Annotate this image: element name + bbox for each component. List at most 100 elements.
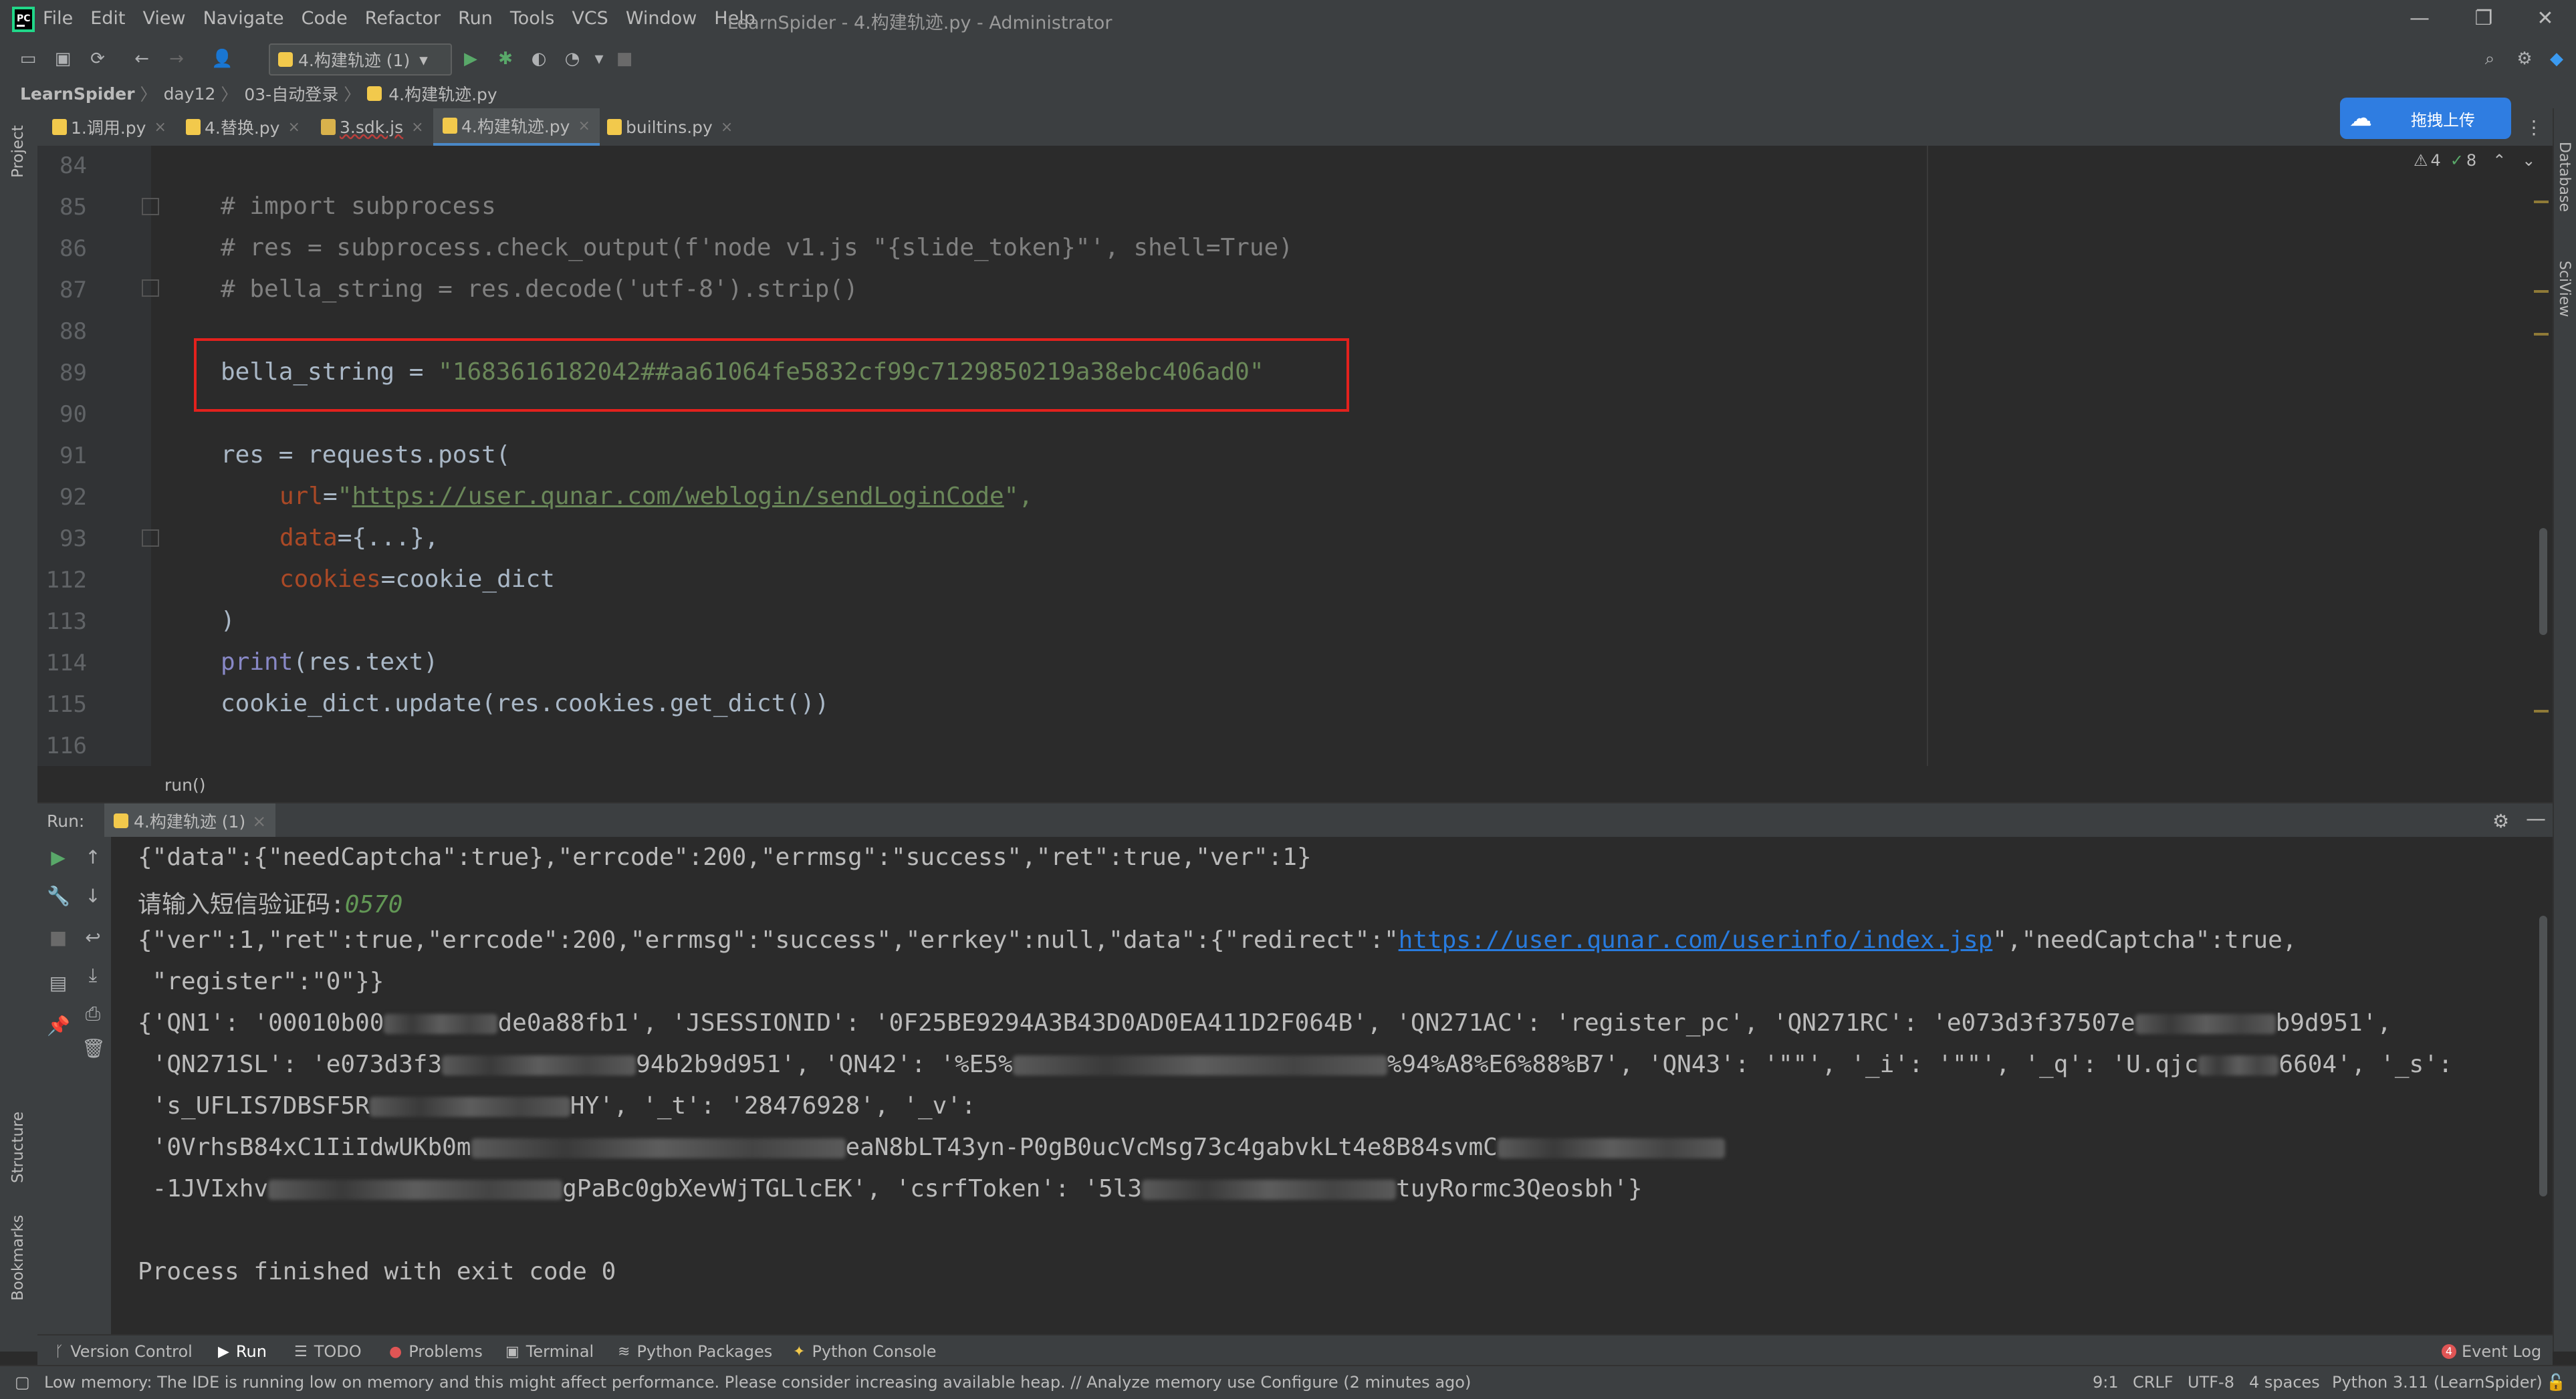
profile-icon[interactable]: ◔ (562, 48, 583, 70)
tool-tab-python-packages[interactable]: ≋ Python Packages (618, 1342, 772, 1361)
menu-run[interactable]: Run (458, 8, 493, 29)
search-icon[interactable]: ⌕ (2479, 48, 2500, 70)
menu-refactor[interactable]: Refactor (365, 8, 441, 29)
run-tab[interactable]: 4.构建轨迹 (1) × (104, 803, 276, 840)
close-icon[interactable]: × (252, 811, 266, 831)
python-interpreter[interactable]: Python 3.11 (LearnSpider) (2332, 1373, 2543, 1392)
code-url-link[interactable]: https://user.qunar.com/weblogin/sendLogi… (352, 483, 1004, 510)
print-icon[interactable]: ⎙ (82, 1003, 104, 1025)
inspection-widget[interactable]: ⚠ 4 ✓ 8 ⌃ ⌄ (2414, 151, 2535, 170)
database-tool-button[interactable]: Database (2556, 142, 2573, 212)
project-tool-button[interactable]: Project (9, 125, 27, 178)
menu-tools[interactable]: Tools (510, 8, 555, 29)
memory-indicator-icon[interactable]: ▢ (15, 1373, 30, 1392)
scroll-down-icon[interactable]: ↓ (82, 885, 104, 908)
coverage-icon[interactable]: ◐ (528, 48, 550, 70)
gear-icon[interactable]: ⚙ (2514, 48, 2535, 70)
warning-stripe-marker[interactable] (2534, 290, 2549, 293)
tab-builtins[interactable]: builtins.py × (607, 108, 733, 146)
menu-file[interactable]: File (43, 8, 73, 29)
chevron-down-icon[interactable]: ⌄ (2522, 151, 2535, 170)
close-icon[interactable]: × (578, 118, 590, 134)
tab-4-goujian-guiji[interactable]: 4.构建轨迹.py × (433, 108, 600, 146)
pin-icon[interactable]: 📌 (47, 1015, 70, 1037)
run-icon[interactable]: ▶ (460, 48, 481, 70)
output-token: b9d951', (2275, 1009, 2392, 1037)
breadcrumb-folder-login[interactable]: 03-自动登录 (244, 82, 338, 106)
user-icon[interactable]: 👤 (211, 48, 233, 70)
tab-4-tihuan[interactable]: 4.替换.py × (186, 108, 300, 146)
tool-tab-run[interactable]: ▶ Run (218, 1342, 267, 1361)
rerun-icon[interactable]: ▶ (47, 846, 70, 869)
forward-icon[interactable]: → (166, 48, 187, 70)
tool-tab-todo[interactable]: ☰ TODO (294, 1342, 362, 1361)
run-configuration-select[interactable]: 4.构建轨迹 (1) ▾ (269, 43, 452, 76)
structure-tool-button[interactable]: Structure (9, 1112, 27, 1183)
chevron-up-icon[interactable]: ⌃ (2492, 151, 2506, 170)
trash-icon[interactable]: 🗑 (82, 1037, 106, 1060)
soft-wrap-icon[interactable]: ↩ (82, 926, 104, 949)
caret-position[interactable]: 9:1 (2093, 1373, 2119, 1392)
python-file-icon (607, 119, 622, 135)
menu-vcs[interactable]: VCS (572, 8, 608, 29)
breadcrumb-project[interactable]: LearnSpider (20, 84, 135, 104)
tab-1-diaoyong[interactable]: 1.调用.py × (52, 108, 166, 146)
close-icon[interactable]: × (721, 119, 733, 136)
restore-button[interactable]: ❐ (2454, 4, 2514, 33)
indent-setting[interactable]: 4 spaces (2249, 1373, 2320, 1392)
jetbrains-toolbox-icon[interactable]: ◆ (2546, 48, 2567, 70)
status-message[interactable]: Low memory: The IDE is running low on me… (44, 1373, 1471, 1392)
fold-marker-icon[interactable] (142, 198, 159, 215)
tool-tab-version-control[interactable]: ᚴ Version Control (55, 1342, 193, 1361)
tab-3-sdk[interactable]: 3.sdk.js × (321, 108, 424, 146)
warning-stripe-marker[interactable] (2534, 333, 2549, 336)
breadcrumb-folder-day12[interactable]: day12 (164, 84, 216, 104)
hide-panel-icon[interactable]: — (2526, 807, 2546, 831)
menu-code[interactable]: Code (302, 8, 348, 29)
back-icon[interactable]: ← (131, 48, 152, 70)
editor-scrollbar[interactable] (2539, 528, 2547, 635)
gear-icon[interactable]: ⚙ (2492, 810, 2509, 832)
minimize-button[interactable]: — (2389, 4, 2450, 33)
debug-icon[interactable]: ✱ (495, 48, 516, 70)
warning-stripe-marker[interactable] (2534, 710, 2549, 713)
tool-tab-python-console[interactable]: ✦ Python Console (793, 1342, 937, 1361)
bookmarks-tool-button[interactable]: Bookmarks (9, 1215, 27, 1301)
close-icon[interactable]: × (154, 119, 166, 136)
scroll-to-end-icon[interactable]: ⤓ (82, 964, 104, 987)
fold-marker-icon[interactable] (142, 279, 159, 297)
close-icon[interactable]: × (411, 119, 423, 136)
menu-navigate[interactable]: Navigate (203, 8, 284, 29)
close-icon[interactable]: × (287, 119, 300, 136)
layout-icon[interactable]: ▤ (47, 972, 70, 995)
output-link[interactable]: https://user.qunar.com/userinfo/index.js… (1399, 926, 1993, 954)
structure-crumb-run[interactable]: run() (164, 775, 205, 795)
sciview-tool-button[interactable]: SciView (2556, 261, 2573, 317)
more-run-icon[interactable]: ▾ (588, 48, 610, 70)
lock-icon[interactable]: 🔓 (2546, 1373, 2566, 1392)
tool-tab-terminal[interactable]: ▣ Terminal (505, 1342, 594, 1361)
event-log-button[interactable]: 4 Event Log (2442, 1342, 2541, 1361)
menu-view[interactable]: View (142, 8, 185, 29)
tool-tab-problems[interactable]: ● Problems (389, 1342, 483, 1361)
close-window-button[interactable]: ✕ (2515, 4, 2575, 33)
folded-region[interactable]: ={...}, (338, 524, 439, 551)
stop-icon[interactable]: ■ (47, 926, 70, 949)
file-encoding[interactable]: UTF-8 (2188, 1373, 2234, 1392)
more-tabs-icon[interactable]: ⋮ (2525, 116, 2543, 138)
open-folder-icon[interactable]: ▭ (17, 48, 39, 70)
menu-edit[interactable]: Edit (90, 8, 125, 29)
line-separator[interactable]: CRLF (2133, 1373, 2174, 1392)
save-all-icon[interactable]: ▣ (52, 48, 74, 70)
fold-marker-icon[interactable] (142, 529, 159, 547)
baidu-upload-widget[interactable]: ☁ 拖拽上传 (2340, 98, 2511, 139)
breadcrumb-file[interactable]: 4.构建轨迹.py (388, 82, 497, 106)
console-scrollbar[interactable] (2539, 916, 2547, 1196)
menu-window[interactable]: Window (626, 8, 697, 29)
stop-icon[interactable]: ■ (614, 48, 635, 70)
wrench-icon[interactable]: 🔧 (47, 885, 70, 908)
scroll-up-icon[interactable]: ↑ (82, 846, 104, 869)
sync-icon[interactable]: ⟳ (87, 48, 108, 70)
output-token: 'QN271SL': 'e073d3f3 (138, 1051, 443, 1078)
warning-stripe-marker[interactable] (2534, 201, 2549, 203)
